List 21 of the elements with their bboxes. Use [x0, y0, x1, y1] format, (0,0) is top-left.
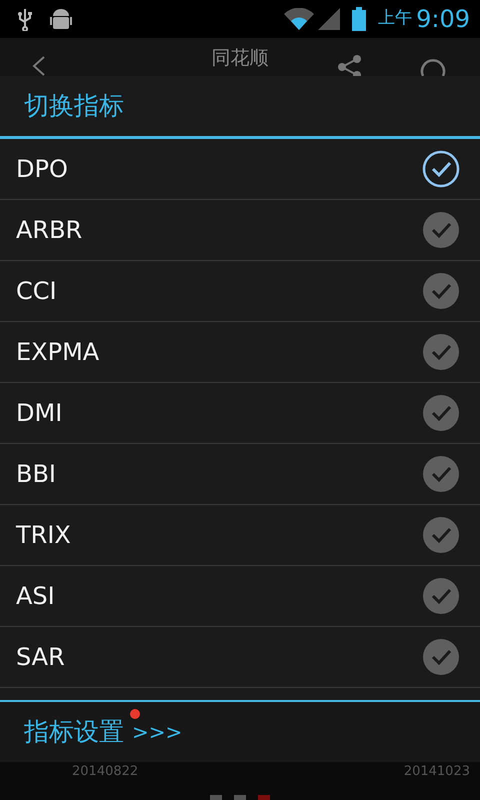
indicator-option[interactable]: ARBR [0, 200, 480, 261]
app-title: 同花顺 [212, 47, 268, 69]
indicator-option[interactable]: CCI [0, 261, 480, 322]
indicator-option[interactable]: BBI [0, 444, 480, 505]
clock-time: 9:09 [416, 4, 470, 35]
dialog-title: 切换指标 [24, 90, 124, 122]
signal-icon [318, 8, 340, 30]
indicator-option[interactable]: DPO [0, 139, 480, 200]
end-date: 20141023 [404, 763, 470, 781]
wifi-icon [284, 8, 314, 30]
time-period: 上午 [378, 7, 412, 30]
indicator-option[interactable]: SAR [0, 627, 480, 688]
indicator-option[interactable]: DMI [0, 383, 480, 444]
indicator-option[interactable]: EXPMA [0, 322, 480, 383]
android-icon [50, 6, 72, 32]
indicator-option[interactable]: TRIX [0, 505, 480, 566]
start-date: 20140822 [72, 763, 138, 781]
back-icon[interactable] [32, 56, 46, 76]
usb-icon [16, 7, 34, 31]
indicator-option[interactable]: ASI [0, 566, 480, 627]
battery-icon [352, 7, 366, 31]
